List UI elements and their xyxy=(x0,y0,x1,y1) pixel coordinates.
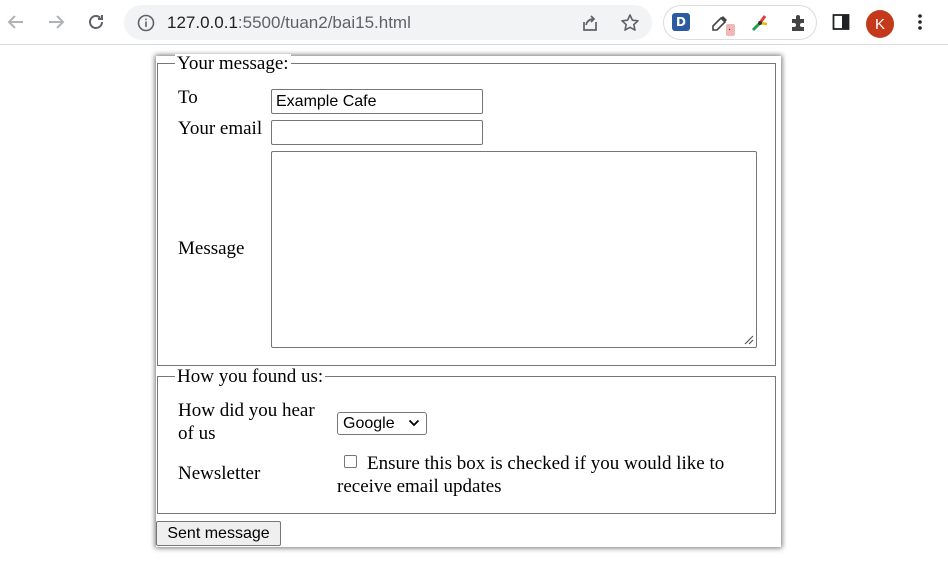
kebab-menu-icon[interactable] xyxy=(909,11,931,33)
extension-d-icon[interactable]: D xyxy=(672,13,690,31)
bookmark-star-icon[interactable] xyxy=(620,13,640,33)
referral-selected: Google xyxy=(343,415,395,432)
extension-badge xyxy=(726,22,735,36)
newsletter-text-line2: receive email updates xyxy=(337,476,502,497)
referral-select[interactable]: Google xyxy=(337,412,427,435)
email-input[interactable] xyxy=(271,120,483,145)
share-icon[interactable] xyxy=(580,13,600,33)
reload-button[interactable] xyxy=(85,11,107,33)
resize-grip-icon[interactable] xyxy=(744,335,754,345)
arrow-left-icon xyxy=(7,15,23,29)
chevron-down-icon xyxy=(408,419,420,427)
url-text[interactable]: 127.0.0.1:5500/tuan2/bai15.html xyxy=(167,13,411,32)
email-label: Your email xyxy=(178,118,263,139)
address-bar[interactable]: 127.0.0.1:5500/tuan2/bai15.html xyxy=(124,5,652,40)
site-info-icon[interactable] xyxy=(136,13,155,32)
forward-button[interactable] xyxy=(45,11,67,33)
hear-label-line2: of us xyxy=(178,423,216,444)
to-label: To xyxy=(178,87,198,108)
url-path: :5500/tuan2/bai15.html xyxy=(237,13,411,32)
color-picker-extension-icon[interactable] xyxy=(750,13,770,33)
browser-toolbar: 127.0.0.1:5500/tuan2/bai15.html D K xyxy=(0,0,948,45)
contact-form: Your message: To Example Cafe Your email… xyxy=(156,54,781,547)
side-panel-icon[interactable] xyxy=(830,11,852,33)
url-host: 127.0.0.1 xyxy=(167,13,238,32)
puzzle-extensions-icon[interactable] xyxy=(788,13,808,33)
newsletter-label: Newsletter xyxy=(178,463,261,484)
found-us-legend: How you found us: xyxy=(175,366,326,387)
message-label: Message xyxy=(178,238,245,259)
hear-label-line1: How did you hear xyxy=(178,400,315,421)
to-input[interactable]: Example Cafe xyxy=(271,89,483,114)
reload-icon xyxy=(89,15,103,29)
message-textarea[interactable] xyxy=(271,151,757,348)
message-legend: Your message: xyxy=(175,53,291,74)
profile-avatar[interactable]: K xyxy=(866,10,894,38)
newsletter-text-line1: Ensure this box is checked if you would … xyxy=(367,453,725,474)
extensions-group: D xyxy=(663,5,817,40)
found-us-fieldset: How you found us: How did you hear of us… xyxy=(157,367,776,514)
message-fieldset: Your message: To Example Cafe Your email… xyxy=(157,54,776,366)
newsletter-checkbox[interactable] xyxy=(344,455,357,468)
back-button[interactable] xyxy=(5,11,27,33)
arrow-right-icon xyxy=(49,15,65,29)
send-message-button[interactable]: Sent message xyxy=(156,521,281,546)
